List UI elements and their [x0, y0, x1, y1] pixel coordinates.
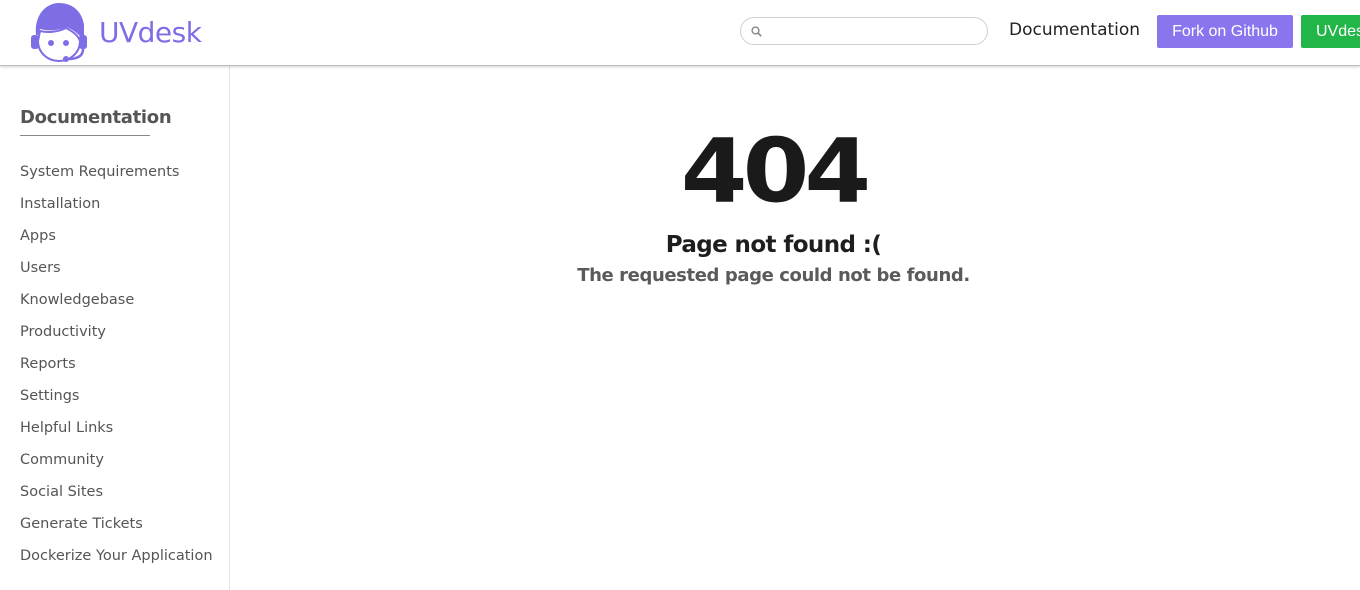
sidebar-item-users[interactable]: Users: [20, 258, 213, 290]
main-content: 404 Page not found :( The requested page…: [230, 66, 1360, 590]
sidebar-item-knowledgebase[interactable]: Knowledgebase: [20, 290, 213, 322]
sidebar-item-reports[interactable]: Reports: [20, 354, 213, 386]
sidebar-item-apps[interactable]: Apps: [20, 226, 213, 258]
uvdesk-button[interactable]: UVdesk: [1301, 15, 1360, 48]
logo-text: UVdesk: [99, 15, 202, 49]
sidebar-item-helpful-links[interactable]: Helpful Links: [20, 418, 213, 450]
fork-on-github-button[interactable]: Fork on Github: [1157, 15, 1293, 48]
search-input[interactable]: [765, 20, 979, 42]
sidebar-title: Documentation: [20, 107, 172, 136]
sidebar-item-generate-tickets[interactable]: Generate Tickets: [20, 514, 213, 546]
error-title: Page not found :(: [665, 232, 882, 258]
error-code: 404: [680, 119, 871, 223]
sidebar-item-social-sites[interactable]: Social Sites: [20, 482, 213, 514]
error-message: The requested page could not be found.: [577, 265, 970, 286]
sidebar: Documentation System Requirements Instal…: [0, 66, 230, 590]
nav-documentation-link[interactable]: Documentation: [1009, 18, 1140, 42]
sidebar-item-dockerize-your-application[interactable]: Dockerize Your Application: [20, 546, 213, 578]
support-agent-headset-icon: [31, 3, 87, 63]
sidebar-item-installation[interactable]: Installation: [20, 194, 213, 226]
sidebar-item-system-requirements[interactable]: System Requirements: [20, 162, 213, 194]
uvdesk-logo-link[interactable]: UVdesk: [28, 0, 202, 64]
search-box[interactable]: [740, 17, 988, 45]
sidebar-item-productivity[interactable]: Productivity: [20, 322, 213, 354]
search-icon: [751, 26, 762, 37]
sidebar-item-settings[interactable]: Settings: [20, 386, 213, 418]
top-header: UVdesk Documentation Fork on Github UVde…: [0, 0, 1360, 66]
sidebar-item-community[interactable]: Community: [20, 450, 213, 482]
sidebar-nav: System Requirements Installation Apps Us…: [20, 162, 213, 578]
